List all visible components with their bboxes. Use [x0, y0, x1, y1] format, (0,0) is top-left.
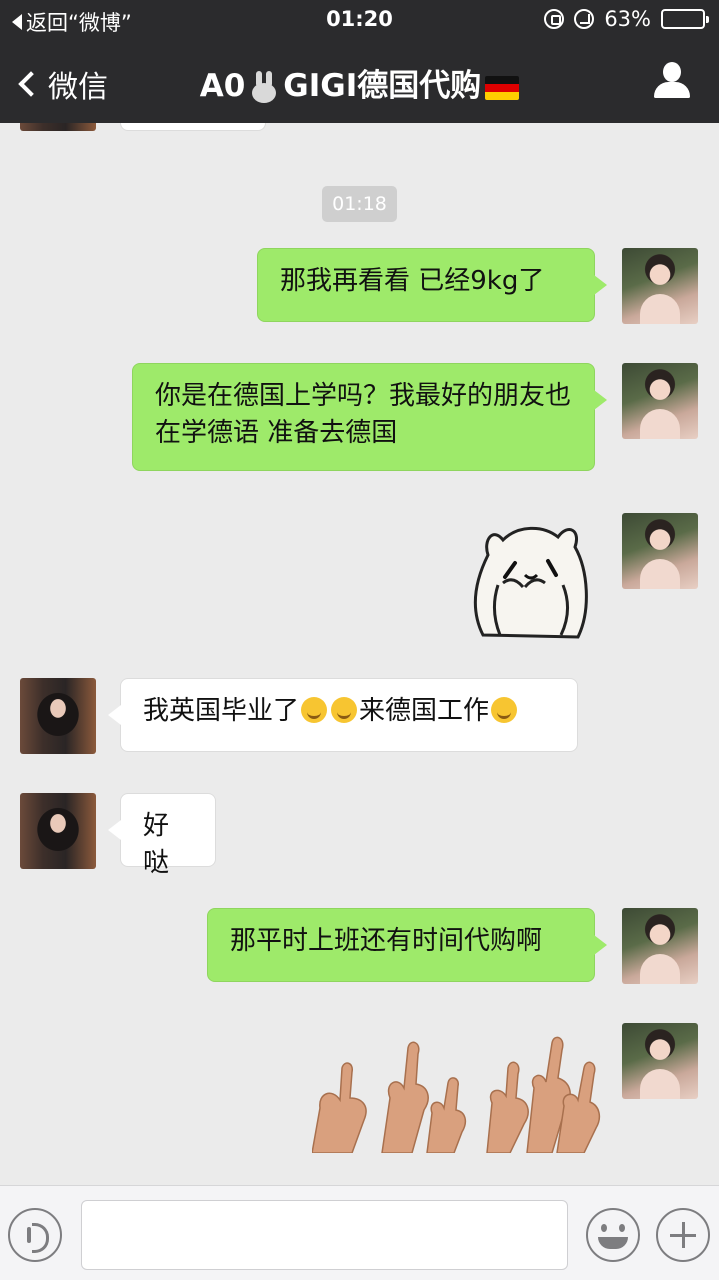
germany-flag-icon: [485, 75, 520, 100]
my-avatar[interactable]: [622, 363, 698, 439]
message-timestamp: 01:18: [322, 186, 397, 222]
alpaca-sticker[interactable]: [463, 515, 593, 645]
emoji-icon[interactable]: [586, 1208, 640, 1262]
voice-icon[interactable]: [8, 1208, 62, 1262]
message-text: 来德国工作: [359, 696, 490, 726]
message-bubble-received[interactable]: 好哒: [108, 793, 216, 878]
contact-avatar[interactable]: [20, 678, 96, 754]
battery-icon: [661, 9, 709, 29]
input-bar: [0, 1185, 719, 1280]
nav-bar: 微信 A0 GIGI德国代购: [0, 40, 719, 123]
my-avatar[interactable]: [622, 513, 698, 589]
message-text: 那平时上班还有时间代购啊: [230, 926, 543, 956]
message-bubble-sent[interactable]: 你是在德国上学吗？我最好的朋友也在学德语 准备去德国: [132, 363, 607, 471]
message-text: 好哒: [143, 811, 170, 878]
alarm-icon: [574, 9, 595, 29]
message-bubble-received[interactable]: 我英国毕业了 来德国工作: [108, 678, 578, 752]
chat-area[interactable]: 01:18 那我再看看 已经9kg了 你是在德国上学吗？我最好的朋友也在学德语 …: [0, 123, 719, 1185]
contact-avatar[interactable]: [20, 123, 96, 131]
grin-emoji-icon: [491, 697, 518, 723]
chat-title-name: GIGI德国代购: [283, 68, 482, 104]
chevron-left-icon: [18, 71, 44, 97]
thinking-emoji-icon: [301, 697, 328, 723]
contact-avatar[interactable]: [20, 793, 96, 869]
thinking-emoji-icon: [331, 697, 358, 723]
my-avatar[interactable]: [622, 1023, 698, 1099]
status-bar: 返回“微博” 01:20 63%: [0, 0, 719, 40]
battery-percent: 63%: [604, 7, 651, 31]
back-label: 微信: [48, 70, 108, 105]
my-avatar[interactable]: [622, 908, 698, 984]
message-text: 你是在德国上学吗？我最好的朋友也在学德语 准备去德国: [155, 381, 572, 448]
message-bubble-sent[interactable]: 那我再看看 已经9kg了: [257, 248, 607, 322]
rabbit-emoji-icon: [247, 70, 281, 105]
message-bubble-sent[interactable]: 那平时上班还有时间代购啊: [207, 908, 607, 982]
chat-title: A0 GIGI德国代购: [150, 60, 569, 105]
message-input[interactable]: [81, 1200, 568, 1270]
chat-title-prefix: A0: [199, 68, 246, 104]
rotation-lock-icon: [544, 9, 565, 29]
thumbs-up-sticker[interactable]: [312, 1028, 602, 1153]
partial-message-bubble: [120, 123, 266, 131]
back-button[interactable]: 微信: [18, 62, 108, 106]
my-avatar[interactable]: [622, 248, 698, 324]
status-indicators: 63%: [544, 7, 709, 31]
message-text: 我英国毕业了: [143, 696, 300, 726]
profile-icon[interactable]: [653, 62, 691, 100]
message-text: 那我再看看 已经9kg了: [280, 266, 545, 296]
plus-icon[interactable]: [656, 1208, 710, 1262]
top-bar: 返回“微博” 01:20 63% 微信 A0 GIGI德国代购: [0, 0, 719, 123]
